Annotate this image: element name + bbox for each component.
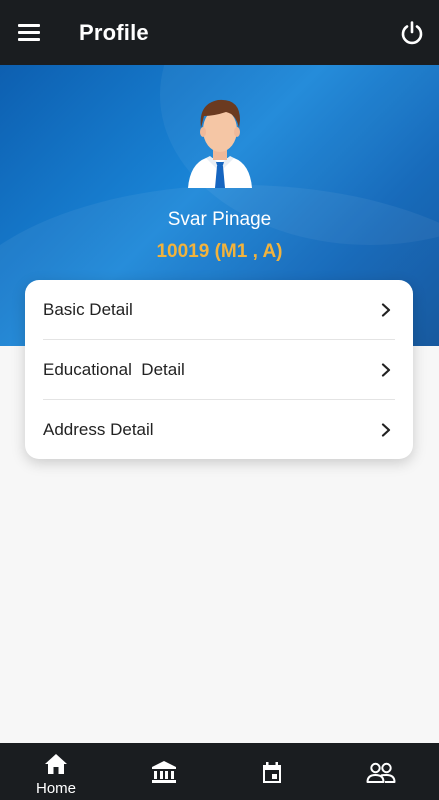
- educational-detail-item[interactable]: Educational Detail: [25, 340, 413, 400]
- power-icon[interactable]: [399, 20, 425, 46]
- user-code: 10019 (M1 , A): [156, 241, 283, 262]
- nav-label: Home: [35, 780, 76, 797]
- item-label: Basic Detail: [43, 300, 133, 319]
- chevron-right-icon: [381, 423, 391, 437]
- detail-menu-card: Basic Detail Educational Detail Address …: [25, 280, 413, 459]
- chevron-right-icon: [381, 363, 391, 377]
- hamburger-menu-icon[interactable]: [18, 21, 42, 45]
- nav-home[interactable]: Home: [16, 743, 96, 800]
- chevron-right-icon: [381, 303, 391, 317]
- item-label: Address Detail: [43, 420, 154, 439]
- user-name: Svar Pinage: [167, 209, 272, 230]
- nav-people[interactable]: [341, 743, 421, 800]
- home-icon: [45, 754, 67, 774]
- nav-bank[interactable]: [124, 743, 204, 800]
- calendar-icon: [263, 762, 281, 783]
- bank-icon: [152, 761, 176, 783]
- item-label: Educational Detail: [43, 360, 185, 379]
- page-title: Profile: [79, 20, 149, 45]
- avatar: [188, 99, 252, 188]
- app-bar: Profile: [0, 0, 439, 65]
- nav-calendar[interactable]: [232, 743, 312, 800]
- basic-detail-item[interactable]: Basic Detail: [25, 280, 413, 340]
- address-detail-item[interactable]: Address Detail: [25, 400, 413, 460]
- bottom-navigation: Home: [0, 743, 439, 800]
- people-icon: [366, 762, 396, 783]
